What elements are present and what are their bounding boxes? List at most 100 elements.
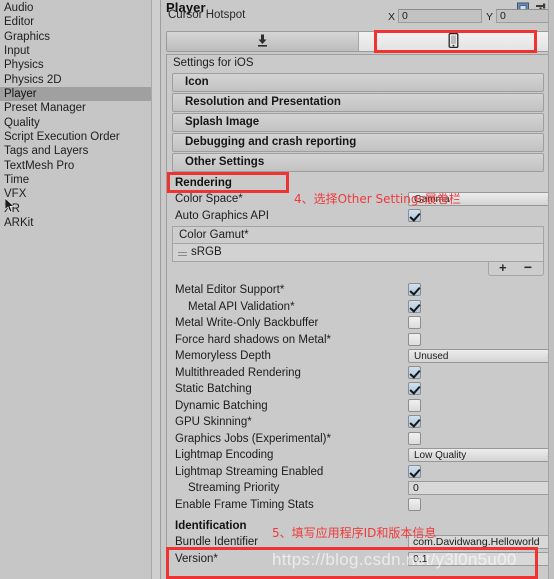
row-auto-graphics-api: Auto Graphics API (172, 208, 544, 225)
foldout-label: Other Settings (185, 156, 265, 168)
graphics-jobs-checkbox[interactable] (408, 431, 421, 445)
sidebar-item-quality[interactable]: Quality (0, 116, 151, 130)
sidebar-item-arkit[interactable]: ARKit (0, 216, 151, 230)
color-gamut-list: Color Gamut* sRGB + − (172, 226, 544, 276)
sidebar-item-physics-2d[interactable]: Physics 2D (0, 73, 151, 87)
sidebar-item-label: Player (4, 88, 37, 101)
hotspot-x-input[interactable]: 0 (398, 9, 482, 23)
foldout-label: Debugging and crash reporting (185, 136, 357, 148)
row-graphics-jobs: Graphics Jobs (Experimental)* (172, 431, 544, 448)
enable-frame-timing-stats-label: Enable Frame Timing Stats (175, 498, 314, 511)
row-metal-api-validation: Metal API Validation* (172, 299, 544, 316)
force-hard-shadows-on-metal-label: Force hard shadows on Metal* (175, 333, 331, 346)
mobile-phone-icon (448, 32, 459, 51)
color-gamut-item[interactable]: sRGB (191, 246, 222, 258)
sidebar-item-label: Graphics (4, 30, 51, 43)
settings-container: Settings for iOS Icon Resolution and Pre… (166, 54, 550, 579)
foldout-debugging-and-crash-reporting[interactable]: Debugging and crash reporting (172, 133, 544, 152)
sidebar-item-input[interactable]: Input (0, 44, 151, 58)
sidebar-item-label: Physics (4, 59, 44, 72)
lightmap-encoding-dropdown[interactable]: Low Quality (408, 448, 549, 462)
foldout-splash-image[interactable]: Splash Image (172, 113, 544, 132)
dynamic-batching-label: Dynamic Batching (175, 399, 268, 412)
sidebar-divider (152, 0, 161, 579)
foldout-label: Resolution and Presentation (185, 96, 341, 108)
platform-tab-ios[interactable] (358, 32, 549, 51)
sidebar-item-label: ARKit (4, 217, 34, 230)
row-metal-write-only-backbuffer: Metal Write-Only Backbuffer (172, 315, 544, 332)
color-space-label: Color Space* (175, 193, 243, 205)
static-batching-checkbox[interactable] (408, 382, 421, 395)
lightmap-encoding-label: Lightmap Encoding (175, 449, 274, 461)
enable-frame-timing-stats-checkbox[interactable] (408, 497, 421, 511)
cursor-hotspot-label: Cursor Hotspot (168, 9, 246, 21)
vertical-scrollbar[interactable] (548, 0, 554, 579)
color-gamut-list-body: sRGB (172, 243, 544, 262)
metal-api-validation-label: Metal API Validation* (188, 300, 295, 313)
annotation-step-5: 5、填写应用程序ID和版本信息 (272, 526, 437, 540)
drag-handle-icon[interactable] (178, 252, 187, 256)
streaming-priority-input[interactable]: 0 (408, 481, 549, 495)
sidebar-item-script-execution-order[interactable]: Script Execution Order (0, 130, 151, 144)
dynamic-batching-checkbox[interactable] (408, 398, 421, 412)
sidebar-item-textmesh-pro[interactable]: TextMesh Pro (0, 159, 151, 173)
sidebar-item-physics[interactable]: Physics (0, 58, 151, 72)
metal-editor-support-label: Metal Editor Support* (175, 284, 285, 296)
sidebar-item-label: TextMesh Pro (4, 159, 75, 172)
auto-graphics-api-checkbox[interactable] (408, 208, 421, 222)
row-memoryless-depth: Memoryless Depth Unused (172, 348, 549, 365)
sidebar-item-label: Input (4, 45, 30, 58)
sidebar-item-label: Script Execution Order (4, 131, 120, 144)
row-streaming-priority: Streaming Priority 0 (172, 480, 549, 497)
sidebar-item-vfx[interactable]: VFX (0, 187, 151, 201)
sidebar-item-tags-and-layers[interactable]: Tags and Layers (0, 144, 151, 158)
memoryless-depth-label: Memoryless Depth (175, 350, 271, 362)
annotation-step-4: 4、选择Other Settings展卷栏 (294, 192, 461, 206)
foldout-icon[interactable]: Icon (172, 73, 544, 92)
platform-tab-standalone[interactable] (167, 32, 359, 51)
sidebar-item-label: Quality (4, 116, 40, 129)
remove-icon[interactable]: − (524, 259, 532, 275)
sidebar-item-label: Tags and Layers (4, 145, 89, 158)
multithreaded-rendering-label: Multithreaded Rendering (175, 366, 301, 379)
sidebar-item-preset-manager[interactable]: Preset Manager (0, 101, 151, 115)
lightmap-streaming-enabled-label: Lightmap Streaming Enabled (175, 465, 324, 478)
metal-write-only-backbuffer-label: Metal Write-Only Backbuffer (175, 317, 319, 329)
row-metal-editor-support: Metal Editor Support* (172, 282, 544, 299)
version-input[interactable]: 0.1 (408, 551, 549, 566)
hotspot-x-axis-label: X (388, 11, 396, 23)
sidebar-item-time[interactable]: Time (0, 173, 151, 187)
streaming-priority-label: Streaming Priority (188, 482, 280, 494)
lightmap-streaming-enabled-checkbox[interactable] (408, 464, 421, 478)
foldout-other-settings[interactable]: Other Settings (172, 153, 544, 172)
gpu-skinning-label: GPU Skinning* (175, 416, 252, 428)
row-static-batching: Static Batching (172, 381, 544, 398)
metal-write-only-backbuffer-checkbox[interactable] (408, 316, 421, 329)
settings-for-platform-label: Settings for iOS (167, 55, 549, 72)
sidebar-item-label: XR (4, 202, 20, 215)
sidebar-item-editor[interactable]: Editor (0, 15, 151, 29)
sidebar-item-label: VFX (4, 188, 27, 201)
foldout-resolution-and-presentation[interactable]: Resolution and Presentation (172, 93, 544, 112)
sidebar-item-xr[interactable]: XR (0, 202, 151, 216)
sidebar-item-player[interactable]: Player (0, 87, 151, 102)
graphics-jobs-label: Graphics Jobs (Experimental)* (175, 432, 331, 445)
sidebar-item-audio[interactable]: Audio (0, 1, 151, 15)
memoryless-depth-dropdown[interactable]: Unused (408, 349, 549, 363)
multithreaded-rendering-checkbox[interactable] (408, 365, 421, 379)
sidebar-item-graphics[interactable]: Graphics (0, 30, 151, 44)
hotspot-y-input[interactable]: 0 (496, 9, 550, 23)
rendering-section-title: Rendering (175, 177, 232, 189)
force-hard-shadows-on-metal-checkbox[interactable] (408, 332, 421, 346)
settings-category-sidebar: Audio Editor Graphics Input Physics Phys… (0, 0, 152, 579)
metal-api-validation-checkbox[interactable] (408, 299, 421, 313)
sidebar-item-label: Audio (4, 2, 34, 14)
sidebar-item-label: Preset Manager (4, 102, 86, 115)
row-multithreaded-rendering: Multithreaded Rendering (172, 365, 544, 382)
bundle-identifier-label: Bundle Identifier (175, 536, 259, 548)
add-icon[interactable]: + (499, 260, 507, 275)
gpu-skinning-checkbox[interactable] (408, 415, 421, 428)
row-dynamic-batching: Dynamic Batching (172, 398, 544, 415)
unity-player-settings-window: Audio Editor Graphics Input Physics Phys… (0, 0, 554, 579)
metal-editor-support-checkbox[interactable] (408, 283, 421, 296)
